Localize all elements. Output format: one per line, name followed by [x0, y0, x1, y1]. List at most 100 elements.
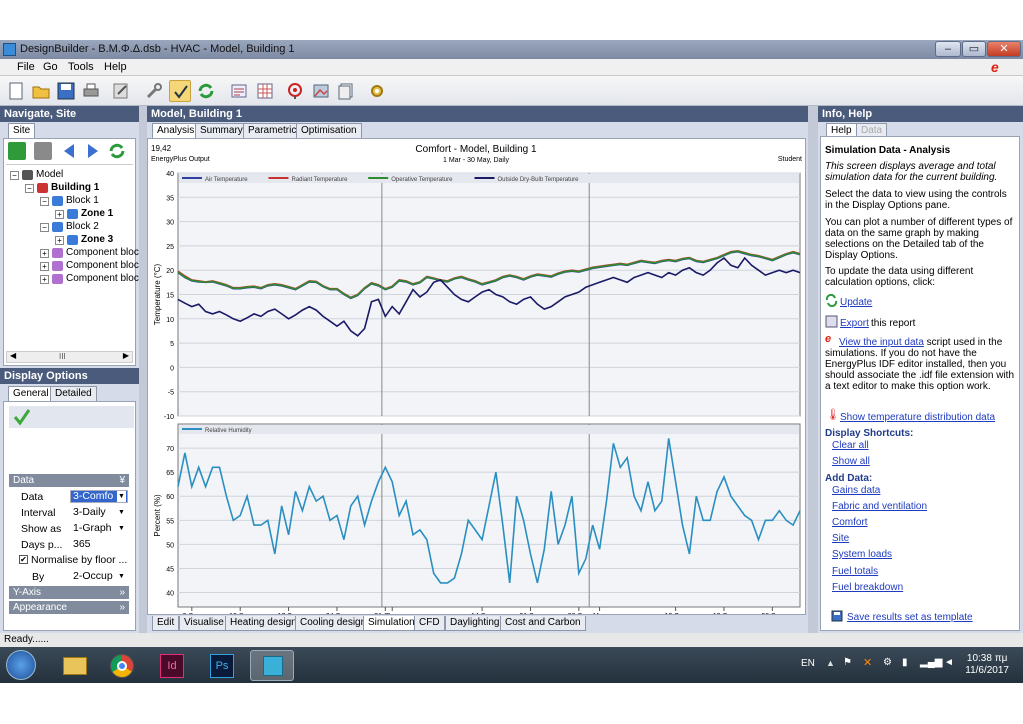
tab-general[interactable]: General: [8, 386, 54, 402]
tab-cost-and-carbon[interactable]: Cost and Carbon: [500, 616, 586, 631]
interval-select[interactable]: 3-Daily ▼: [70, 506, 128, 519]
comfort-link[interactable]: Comfort: [832, 517, 868, 528]
tree-item[interactable]: Zone 1: [81, 208, 113, 219]
fabric-ventilation-link[interactable]: Fabric and ventilation: [832, 501, 927, 512]
clear-all-link[interactable]: Clear all: [832, 440, 869, 451]
export-link[interactable]: Export: [840, 318, 869, 329]
tree-item[interactable]: Component block: [66, 273, 144, 284]
tree-item[interactable]: Building 1: [51, 182, 99, 193]
tree-horizontal-scrollbar[interactable]: ◀ III ▶: [6, 351, 133, 363]
system-loads-link[interactable]: System loads: [832, 549, 892, 560]
check-tool-icon[interactable]: [169, 80, 191, 102]
maximize-button[interactable]: ▭: [962, 41, 986, 57]
image-icon[interactable]: [310, 80, 332, 102]
signal-icon[interactable]: ▂▄▆: [920, 657, 942, 668]
section-data[interactable]: Data ¥: [9, 474, 129, 487]
right-splitter[interactable]: [808, 106, 818, 633]
fuel-breakdown-link[interactable]: Fuel breakdown: [832, 582, 903, 593]
language-indicator[interactable]: EN: [801, 658, 815, 669]
close-button[interactable]: ✕: [987, 41, 1021, 57]
documents-icon[interactable]: [335, 80, 357, 102]
start-button[interactable]: [6, 650, 36, 680]
save-icon[interactable]: [55, 80, 77, 102]
photoshop-icon[interactable]: Ps: [200, 650, 244, 681]
flag-icon[interactable]: ⚑: [843, 657, 852, 668]
wrench-icon[interactable]: [143, 80, 165, 102]
tree-expand-toggle[interactable]: −: [10, 171, 19, 180]
tab-detailed[interactable]: Detailed: [50, 386, 97, 401]
tree-item[interactable]: Block 2: [66, 221, 99, 232]
tree-item[interactable]: Model: [36, 169, 63, 180]
tree-expand-toggle[interactable]: −: [40, 223, 49, 232]
tab-daylighting[interactable]: Daylighting: [445, 616, 505, 631]
new-file-icon[interactable]: [5, 80, 27, 102]
days-per-input[interactable]: 365: [70, 538, 128, 551]
grid-nav-icon[interactable]: [34, 142, 52, 160]
report-icon[interactable]: [228, 80, 250, 102]
file-explorer-icon[interactable]: [52, 650, 96, 681]
target-icon[interactable]: [284, 80, 306, 102]
minimize-button[interactable]: –: [935, 41, 961, 57]
tab-visualise[interactable]: Visualise: [179, 616, 229, 631]
menu-go[interactable]: Go: [43, 61, 58, 73]
tree-expand-toggle[interactable]: +: [40, 262, 49, 271]
device-tray-icon[interactable]: ⚙: [883, 657, 892, 668]
tree-expand-toggle[interactable]: −: [25, 184, 34, 193]
volume-icon[interactable]: ◄: [944, 657, 954, 668]
tab-optimisation[interactable]: Optimisation: [296, 123, 362, 138]
gains-data-link[interactable]: Gains data: [832, 485, 880, 496]
tree-expand-toggle[interactable]: +: [40, 275, 49, 284]
tree-expand-toggle[interactable]: +: [55, 236, 64, 245]
tab-cfd[interactable]: CFD: [414, 616, 445, 631]
settings-icon[interactable]: [366, 80, 388, 102]
clock[interactable]: 10:38 πμ 11/6/2017: [965, 653, 1009, 677]
tree-expand-toggle[interactable]: +: [55, 210, 64, 219]
show-temperature-distribution-link[interactable]: Show temperature distribution data: [840, 412, 995, 423]
site-link[interactable]: Site: [832, 533, 849, 544]
tree-expand-toggle[interactable]: +: [40, 249, 49, 258]
tree-item[interactable]: Zone 3: [81, 234, 113, 245]
open-folder-icon[interactable]: [30, 80, 52, 102]
by-select[interactable]: 2-Occup ▼: [70, 570, 128, 583]
chrome-icon[interactable]: [100, 650, 144, 681]
menu-file[interactable]: File: [17, 61, 35, 73]
section-appearance[interactable]: Appearance»: [9, 601, 129, 614]
left-splitter[interactable]: [139, 106, 147, 633]
tab-site[interactable]: Site: [8, 123, 36, 139]
tree-item[interactable]: Component block: [66, 247, 144, 258]
save-template-link[interactable]: Save results set as template: [847, 612, 973, 623]
show-as-select[interactable]: 1-Graph ▼: [70, 522, 128, 535]
forward-arrow-icon[interactable]: [84, 142, 102, 160]
print-icon[interactable]: [80, 80, 102, 102]
tab-simulation[interactable]: Simulation: [363, 616, 420, 631]
tab-heating-design[interactable]: Heating design: [225, 616, 302, 631]
menu-help[interactable]: Help: [104, 61, 127, 73]
tab-cooling-design[interactable]: Cooling design: [295, 616, 372, 631]
tab-edit[interactable]: Edit: [152, 616, 180, 631]
go-arrow-icon[interactable]: [8, 142, 26, 160]
apply-check-icon[interactable]: [12, 407, 32, 427]
show-all-link[interactable]: Show all: [832, 456, 870, 467]
tray-expand-icon[interactable]: ▲: [826, 658, 835, 668]
battery-icon[interactable]: ▮: [902, 657, 908, 668]
view-input-data-link[interactable]: View the input data: [839, 337, 924, 348]
menu-tools[interactable]: Tools: [68, 61, 94, 73]
tab-summary[interactable]: Summary: [195, 123, 248, 138]
designbuilder-task-icon[interactable]: [250, 650, 294, 681]
edit-document-icon[interactable]: [110, 80, 132, 102]
tree-item[interactable]: Component block: [66, 260, 144, 271]
tree-item[interactable]: Block 1: [66, 195, 99, 206]
tab-analysis[interactable]: Analysis: [152, 123, 200, 139]
fuel-totals-link[interactable]: Fuel totals: [832, 566, 878, 577]
indesign-icon[interactable]: Id: [150, 650, 194, 681]
data-select[interactable]: 3-Comfo ▼: [70, 490, 128, 503]
sync-icon[interactable]: [108, 142, 126, 160]
refresh-icon[interactable]: [195, 80, 217, 102]
tree-expand-toggle[interactable]: −: [40, 197, 49, 206]
tab-parametric[interactable]: Parametric: [243, 123, 302, 138]
normalise-checkbox[interactable]: ✔: [19, 555, 28, 564]
grid-icon[interactable]: [254, 80, 276, 102]
update-link[interactable]: Update: [840, 297, 872, 308]
back-arrow-icon[interactable]: [60, 142, 78, 160]
section-y-axis[interactable]: Y-Axis»: [9, 586, 129, 599]
